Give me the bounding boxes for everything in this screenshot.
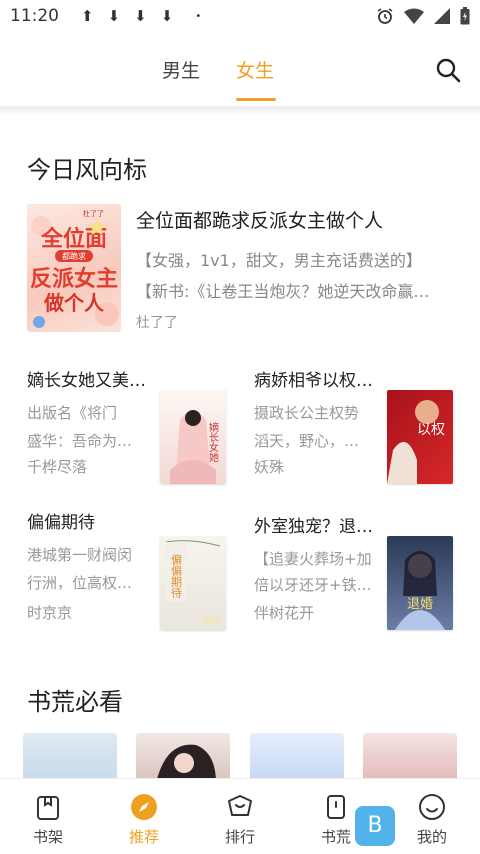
nav-profile[interactable]: 我的 [384,779,480,854]
nav-label: 推荐 [128,828,159,846]
header-divider [0,106,480,114]
signal-icon [434,8,450,24]
cover-title-text: 退婚 [407,597,433,612]
section-title-trending: 今日风向标 [27,156,147,184]
download-arrow-icon: ⬇ [134,7,147,25]
battery-icon [460,7,470,25]
book-cover[interactable]: 嫡长女她 [160,390,226,484]
ranking-icon [228,795,252,816]
nav-recommend[interactable]: 推荐 [96,779,192,854]
cover-title-text: 以权 [417,422,445,438]
featured-cover-author: 杜了了 [83,209,104,218]
active-tab-indicator [236,98,276,101]
book-cover[interactable]: 偏偏期待 [160,536,226,630]
book-desc-line1: 港城第一财阀闵 [27,546,133,564]
nav-label: 我的 [416,828,447,846]
bookshelf-icon [37,796,59,820]
nav-bookshelf[interactable]: 书架 [0,779,96,854]
alarm-icon [377,8,393,24]
book-author: 妖殊 [254,458,285,476]
featured-book-author: 杜了了 [136,315,178,331]
book-desc-line1: 摄政长公主权势 [254,404,360,422]
nav-ranking[interactable]: 排行 [192,779,288,854]
svg-text:都跪求: 都跪求 [62,251,86,261]
svg-text:做个人: 做个人 [43,291,105,315]
featured-book-desc-line1: 【女强，1v1，甜文，男主充话费送的】 [136,251,422,270]
book-desc-line2: 盛华：吾命为… [27,432,133,450]
book-famine-icon [327,795,345,819]
book-author: 伴树花开 [254,604,315,622]
profile-icon [419,794,445,820]
gender-tabs: 男生 女生 [0,44,480,104]
strip-book-cover[interactable] [23,733,117,783]
nav-label: 排行 [224,828,255,846]
download-arrow-icon: ⬇ [160,7,174,25]
nav-label: 书架 [32,828,63,846]
book-title[interactable]: 嫡长女她又美… [27,366,146,391]
featured-book-desc-line2: 【新书:《让卷王当炮灰？她逆天改命赢… [136,282,430,301]
book-author: 时京京 [27,604,73,622]
book-cover[interactable]: 退婚 [387,536,453,630]
featured-book-title[interactable]: 全位面都跪求反派女主做个人 [136,206,383,233]
book-title[interactable]: 偏偏期待 [27,508,95,533]
cover-title-text: 嫡长女她 [207,421,219,463]
search-icon[interactable] [434,56,462,84]
book-desc-line1: 【追妻火葬场+加 [254,550,372,568]
book-desc-line2: 行洲，位高权… [27,574,133,592]
strip-book-cover[interactable] [363,733,457,783]
watermark-logo: B [355,806,395,846]
tab-male[interactable]: 男生 [162,56,200,83]
download-arrow-icon: ⬇ [107,7,121,25]
featured-book-cover[interactable]: 杜了了 全位面 都跪求 反派女主 做个人 [27,204,121,332]
book-cover[interactable]: 以权 [387,390,453,484]
book-title[interactable]: 外室独宠？退… [254,512,373,537]
status-bar: 11:20 ⬆ ⬇ ⬇ ⬇ • [0,0,480,32]
section-title-must-read: 书荒必看 [27,688,123,716]
book-author: 千桦尽落 [27,458,88,476]
book-desc-line2: 倍以牙还牙+铁… [254,576,372,594]
bottom-navigation: 书架 推荐 排行 书荒 我的 [0,778,480,854]
notification-dot: • [195,10,202,22]
strip-book-cover[interactable] [136,733,230,783]
upload-arrow-icon: ⬆ [81,7,94,25]
cover-title-text: 偏偏期待 [170,553,183,599]
strip-book-cover[interactable] [250,733,344,783]
wifi-icon [404,8,424,24]
svg-text:反派女主: 反派女主 [30,266,118,292]
book-desc-line1: 出版名《将门 [27,404,118,422]
book-desc-line2: 滔天，野心，… [254,432,360,450]
compass-icon [131,794,157,820]
status-time: 11:20 [10,6,59,26]
book-title[interactable]: 病娇相爷以权… [254,366,373,391]
tab-female[interactable]: 女生 [236,56,274,83]
